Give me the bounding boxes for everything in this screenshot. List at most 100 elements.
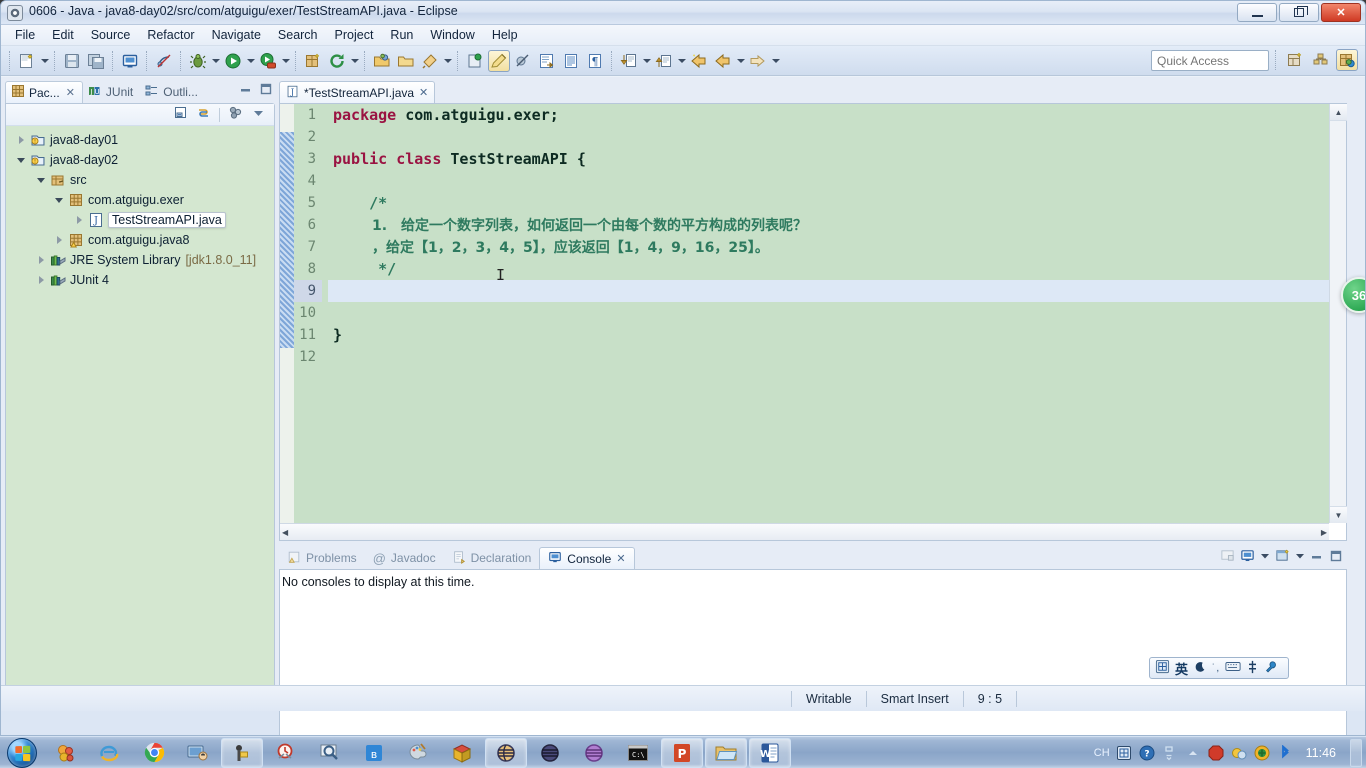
up-navigation-icon[interactable] [653,50,675,72]
taskbar-item-browser-2[interactable] [529,738,571,768]
taskbar-item-browser-1[interactable] [485,737,527,768]
annotation-bar[interactable] [280,104,294,523]
next-annotation-icon[interactable] [536,50,558,72]
new-wizard-icon[interactable] [16,50,38,72]
terminate-icon[interactable] [1220,548,1235,568]
java-perspective-icon[interactable] [1336,49,1358,71]
chevron-right-icon[interactable] [54,234,66,246]
taskbar-item-browser-3[interactable] [573,738,615,768]
chevron-right-icon[interactable] [36,254,48,266]
taskbar-item-chrome[interactable] [133,738,175,768]
taskbar-item-explorer[interactable] [705,737,747,768]
tree-item-com-atguigu-exer[interactable]: com.atguigu.exer [6,190,274,210]
open-task-icon[interactable] [395,50,417,72]
code-line-12[interactable] [328,346,1329,368]
menu-refactor[interactable]: Refactor [139,26,202,44]
menu-help[interactable]: Help [484,26,526,44]
settings-icon[interactable] [1264,660,1278,677]
tab-console[interactable]: Console ✕ [539,547,635,569]
back-icon[interactable] [688,50,710,72]
open-console-icon[interactable] [1275,548,1290,568]
taskbar-clock[interactable]: 11:46 [1300,746,1342,760]
taskbar-item-media[interactable] [45,738,87,768]
code-line-11[interactable]: } [328,324,1329,346]
menu-run[interactable]: Run [382,26,421,44]
new-java-package-icon[interactable] [302,50,324,72]
menu-edit[interactable]: Edit [44,26,82,44]
last-edit-location-icon[interactable] [618,50,640,72]
menu-window[interactable]: Window [422,26,482,44]
taskbar-item-notes[interactable] [441,738,483,768]
debug-icon[interactable] [187,50,209,72]
moon-icon[interactable] [1193,660,1207,677]
scroll-left-button[interactable]: ◀ [282,528,288,537]
code-line-5[interactable]: /* [328,192,1329,214]
run-coverage-dropdown-icon[interactable] [280,51,291,71]
scroll-up-button[interactable]: ▲ [1330,104,1347,121]
taskbar-item-internet-explorer[interactable] [89,738,131,768]
expand-tray-icon[interactable] [1185,744,1202,761]
close-icon[interactable]: ✕ [419,86,428,99]
tree-item-junit-4[interactable]: JUnit 4 [6,270,274,290]
restore-button[interactable] [1279,3,1319,22]
taskbar-item-paint[interactable] [397,738,439,768]
taskbar-item-clock-tool[interactable] [265,738,307,768]
new-wizard-dropdown-icon[interactable] [39,51,50,71]
pencil-icon[interactable] [488,49,510,72]
tree-item-java8-day02[interactable]: ! java8-day02 [6,150,274,170]
scroll-right-button[interactable]: ▶ [1321,528,1327,537]
last-edit-dropdown-icon[interactable] [641,51,652,71]
code-line-6[interactable]: 1. 给定一个数字列表，如何返回一个由每个数的平方构成的列表呢？ [328,214,1329,236]
open-console-dropdown-icon[interactable] [1295,548,1305,568]
help-icon[interactable]: ? [1139,744,1156,761]
taskbar-item-eclipse[interactable] [221,737,263,768]
close-button[interactable]: ✕ [1321,3,1361,22]
code-line-7[interactable]: ，给定【1，2，3，4，5】，应该返回【1，4，9，16，25】。 [328,236,1329,258]
maximize-view-icon[interactable] [1329,549,1343,568]
focus-on-active-task-icon[interactable] [228,105,243,125]
chevron-right-icon[interactable] [74,214,86,226]
chevron-down-icon[interactable] [16,154,28,166]
taskbar-item-editor[interactable]: в [353,738,395,768]
debug-dropdown-icon[interactable] [210,51,221,71]
toggle-ant-icon[interactable] [464,50,486,72]
chevron-right-icon[interactable] [36,274,48,286]
tab-junit[interactable]: JU JUnit [83,81,140,103]
refresh-icon[interactable] [326,50,348,72]
tree-item-jre-system-library[interactable]: JRE System Library [jdk1.8.0_11] [6,250,274,270]
editor-vscrollbar[interactable]: ▲ ▼ [1329,104,1347,523]
chevron-down-icon[interactable] [36,174,48,186]
run-dropdown-icon[interactable] [245,51,256,71]
open-perspective-icon[interactable] [1284,49,1306,71]
save-icon[interactable] [61,50,83,72]
code-line-9-current[interactable] [328,280,1329,302]
tray-language-label[interactable]: CH [1094,747,1110,759]
menu-file[interactable]: File [7,26,43,44]
minimize-view-icon[interactable] [239,82,253,101]
search-icon[interactable] [419,50,441,72]
code-line-2[interactable] [328,126,1329,148]
tab-javadoc[interactable]: @ Javadoc [365,547,444,569]
security-icon[interactable] [1208,744,1225,761]
taskbar-item-cmd[interactable]: C:\ [617,738,659,768]
taskbar-item-remote-desktop[interactable] [177,738,219,768]
start-button[interactable] [0,737,44,768]
open-type-icon[interactable] [371,50,393,72]
tab-declaration[interactable]: Declaration [444,547,540,569]
close-icon[interactable]: ✕ [66,86,75,99]
scroll-down-button[interactable]: ▼ [1330,506,1347,523]
code-line-1[interactable]: package com.atguigu.exer; [328,104,1329,126]
skip-breakpoints-icon[interactable] [512,50,534,72]
code-line-3[interactable]: public class TestStreamAPI { [328,148,1329,170]
console-dropdown-icon[interactable] [1260,548,1270,568]
ime-mode-label[interactable]: 英 [1175,659,1188,678]
menu-search[interactable]: Search [270,26,326,44]
search-dropdown-icon[interactable] [442,51,453,71]
ime-tray-icon[interactable] [1116,744,1133,761]
view-menu-icon[interactable] [251,105,266,125]
tree-item-java8-day01[interactable]: ! java8-day01 [6,130,274,150]
tab-outline[interactable]: Outli... [140,81,205,103]
taskbar-item-powerpoint[interactable]: P [661,737,703,768]
run-icon[interactable] [222,50,244,72]
code-line-4[interactable] [328,170,1329,192]
